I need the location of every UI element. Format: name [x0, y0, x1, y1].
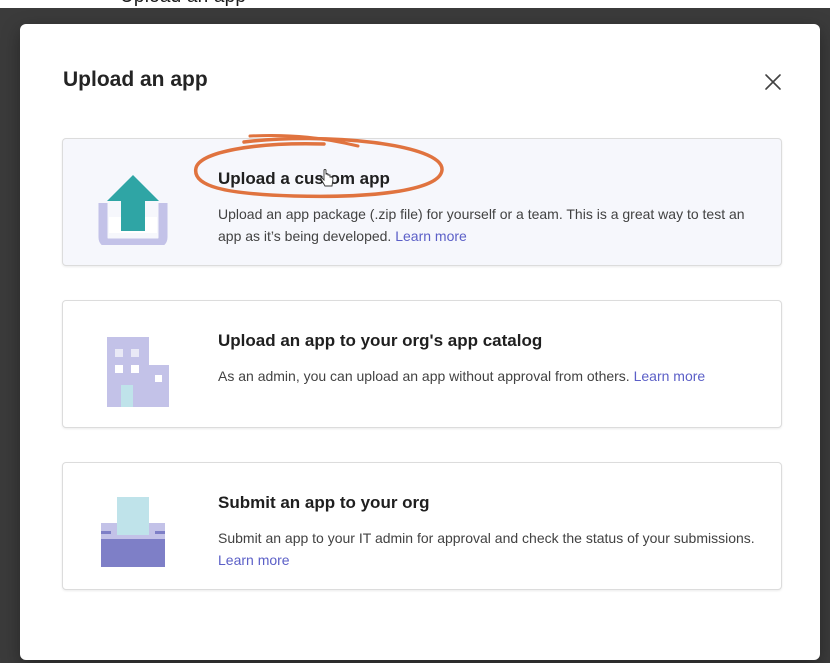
upload-to-org-catalog-option[interactable]: Upload an app to your org's app catalog …: [62, 300, 782, 428]
upload-custom-app-option[interactable]: Upload a custom app Upload an app packag…: [62, 138, 782, 266]
submit-app-to-org-option[interactable]: Submit an app to your org Submit an app …: [62, 462, 782, 590]
building-icon: [107, 337, 169, 407]
option-description: Upload an app package (.zip file) for yo…: [218, 203, 766, 247]
submit-box-icon: [101, 497, 165, 567]
dialog-title: Upload an app: [63, 68, 208, 91]
close-icon: [765, 74, 781, 90]
close-button[interactable]: [759, 68, 787, 96]
option-title: Submit an app to your org: [218, 493, 430, 512]
option-description-text: Submit an app to your IT admin for appro…: [218, 530, 755, 546]
option-description-text: As an admin, you can upload an app witho…: [218, 368, 630, 384]
option-description-text: Upload an app package (.zip file) for yo…: [218, 206, 745, 244]
learn-more-link[interactable]: Learn more: [395, 228, 467, 244]
upload-icon: [98, 175, 168, 245]
option-description: As an admin, you can upload an app witho…: [218, 365, 766, 387]
option-description: Submit an app to your IT admin for appro…: [218, 527, 766, 571]
option-title: Upload an app to your org's app catalog: [218, 331, 543, 350]
learn-more-link[interactable]: Learn more: [218, 552, 290, 568]
background-window-title-text: Upload an app: [120, 0, 246, 8]
background-window-title: Upload an app: [0, 0, 830, 8]
upload-app-dialog: Upload an app Upload a custom app Upload…: [20, 24, 820, 660]
option-title: Upload a custom app: [218, 169, 390, 188]
learn-more-link[interactable]: Learn more: [634, 368, 706, 384]
